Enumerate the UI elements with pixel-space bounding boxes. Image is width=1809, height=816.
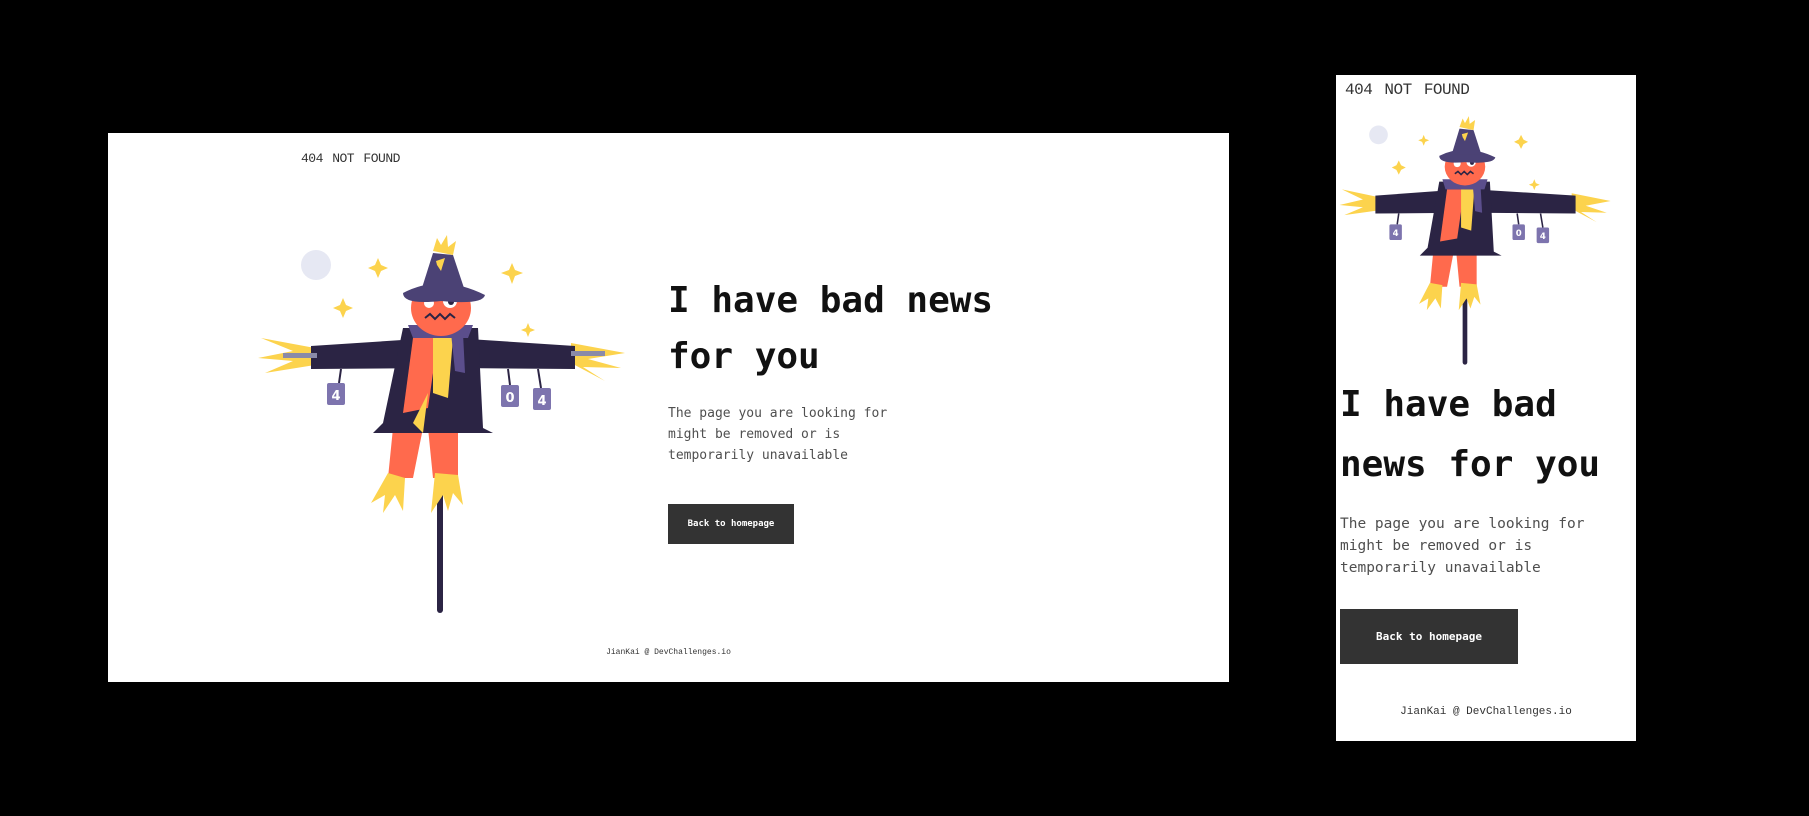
back-to-homepage-button[interactable]: Back to homepage [1340,609,1518,664]
page-title: I have bad news for you [1340,384,1601,485]
svg-text:0: 0 [505,391,514,406]
desktop-preview: 404 NOT FOUND 4 0 4 I have bad news for … [108,133,1229,682]
sparkle-icon [521,323,535,337]
svg-text:4: 4 [1393,229,1399,239]
sparkle-icon [1418,134,1430,146]
footer-credit: JianKai @ DevChallenges.io [606,648,731,657]
sparkle-icon [333,298,353,318]
footer-credit: JianKai @ DevChallenges.io [1400,706,1572,718]
svg-text:4: 4 [331,389,340,404]
sparkle-icon [1514,134,1529,149]
sparkle-icon [501,263,523,284]
sparkle-icon [1391,160,1406,175]
error-description: The page you are looking for might be re… [1340,516,1585,576]
scarecrow-illustration: 4 0 4 [258,235,625,613]
brand-logo[interactable]: 404 NOT FOUND [1345,81,1470,99]
brand-logo[interactable]: 404 NOT FOUND [301,151,400,166]
moon-icon [301,250,331,280]
error-description: The page you are looking for might be re… [668,406,888,463]
moon-icon [1369,125,1388,145]
scarecrow-illustration: 4 0 4 [1339,116,1611,365]
svg-text:0: 0 [1516,229,1522,239]
svg-text:4: 4 [1540,232,1546,242]
sparkle-icon [1528,179,1540,191]
page-title: I have bad news for you [668,280,994,377]
mobile-preview: 404 NOT FOUND 4 0 4 I have bad news for … [1336,75,1636,741]
svg-text:4: 4 [537,394,546,409]
back-to-homepage-button[interactable]: Back to homepage [668,504,794,544]
sparkle-icon [368,258,388,278]
